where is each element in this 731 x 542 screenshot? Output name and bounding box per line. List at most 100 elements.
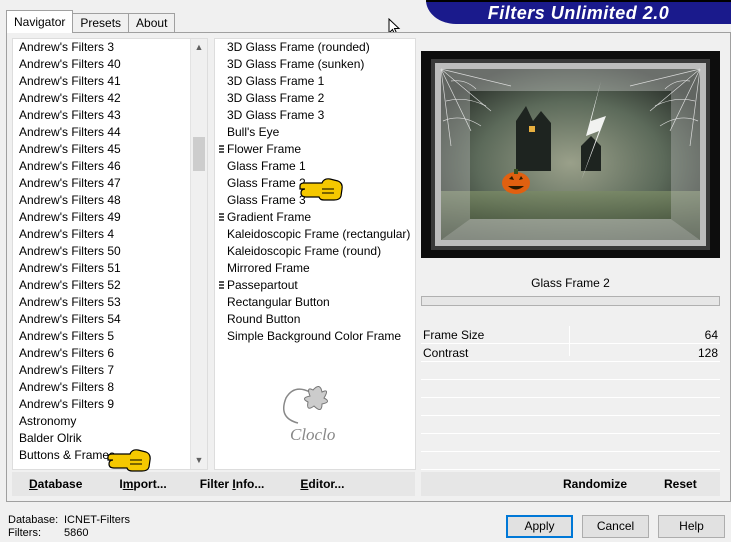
- filter-label: Passepartout: [227, 278, 298, 292]
- category-item[interactable]: Andrew's Filters 9: [13, 396, 207, 413]
- preview-progress-track: [421, 296, 720, 306]
- editor-button[interactable]: Editor...: [300, 477, 344, 491]
- preview-filter-name: Glass Frame 2: [531, 276, 610, 290]
- filter-label: 3D Glass Frame (rounded): [227, 40, 370, 54]
- category-item[interactable]: Andrew's Filters 47: [13, 175, 207, 192]
- filter-item[interactable]: Kaleidoscopic Frame (round): [215, 243, 415, 260]
- filter-label: Flower Frame: [227, 142, 302, 156]
- tab-about[interactable]: About: [128, 13, 176, 33]
- param-row-frame-size[interactable]: Frame Size 64: [421, 326, 720, 344]
- category-item[interactable]: Andrew's Filters 46: [13, 158, 207, 175]
- param-row-empty: [421, 362, 720, 380]
- filter-item[interactable]: Rectangular Button: [215, 294, 415, 311]
- filter-item[interactable]: Glass Frame 1: [215, 158, 415, 175]
- param-row-empty: [421, 398, 720, 416]
- right-toolbar: Randomize Reset: [421, 472, 720, 496]
- randomize-button[interactable]: Randomize: [563, 477, 627, 491]
- category-item[interactable]: Andrew's Filters 42: [13, 90, 207, 107]
- category-list[interactable]: Andrew's Filters 3 Andrew's Filters 40 And…: [12, 38, 208, 470]
- param-row-empty: [421, 416, 720, 434]
- help-button[interactable]: Help: [658, 515, 725, 538]
- database-button[interactable]: Database: [29, 477, 82, 491]
- logo-text: Cloclo: [290, 425, 335, 444]
- param-divider: [569, 326, 570, 356]
- category-item[interactable]: Andrew's Filters 51: [13, 260, 207, 277]
- filter-item[interactable]: 3D Glass Frame 1: [215, 73, 415, 90]
- status-filters-label: Filters:: [8, 527, 41, 539]
- filter-info-button[interactable]: Filter Info...: [200, 477, 265, 491]
- tab-bar: Navigator Presets About: [6, 10, 176, 33]
- filter-label: 3D Glass Frame 1: [227, 74, 325, 88]
- param-row-contrast[interactable]: Contrast 128: [421, 344, 720, 362]
- banner-title: Filters Unlimited 2.0: [487, 2, 670, 23]
- filter-label: 3D Glass Frame 3: [227, 108, 325, 122]
- category-item[interactable]: Andrew's Filters 52: [13, 277, 207, 294]
- category-item[interactable]: Andrew's Filters 44: [13, 124, 207, 141]
- filter-item[interactable]: Bull's Eye: [215, 124, 415, 141]
- category-item[interactable]: Andrew's Filters 5: [13, 328, 207, 345]
- filter-item[interactable]: 3D Glass Frame 2: [215, 90, 415, 107]
- category-item[interactable]: Andrew's Filters 41: [13, 73, 207, 90]
- filter-label: Rectangular Button: [227, 295, 330, 309]
- category-item[interactable]: Andrew's Filters 49: [13, 209, 207, 226]
- cloclo-logo-icon: Cloclo: [283, 386, 335, 444]
- filter-label: Kaleidoscopic Frame (round): [227, 244, 382, 258]
- filter-item[interactable]: Passepartout: [215, 277, 415, 294]
- category-item[interactable]: Andrew's Filters 8: [13, 379, 207, 396]
- left-toolbar: Database Import... Filter Info... Editor…: [12, 472, 415, 496]
- category-item[interactable]: Andrew's Filters 3: [13, 39, 207, 56]
- filter-label: 3D Glass Frame (sunken): [227, 57, 365, 71]
- status-database-label: Database:: [8, 514, 59, 526]
- category-item[interactable]: Andrew's Filters 6: [13, 345, 207, 362]
- filter-item[interactable]: Gradient Frame: [215, 209, 415, 226]
- category-item[interactable]: Balder Olrik: [13, 430, 207, 447]
- status-info: Database: ICNET-Filters Filters: 5860: [8, 514, 130, 540]
- category-item[interactable]: Andrew's Filters 48: [13, 192, 207, 209]
- filter-label: Glass Frame 1: [227, 159, 306, 173]
- filter-label: Gradient Frame: [227, 210, 312, 224]
- param-row-empty: [421, 434, 720, 452]
- category-item[interactable]: Andrew's Filters 50: [13, 243, 207, 260]
- filter-item[interactable]: Flower Frame: [215, 141, 415, 158]
- category-item[interactable]: Andrew's Filters 54: [13, 311, 207, 328]
- tab-presets[interactable]: Presets: [72, 13, 130, 33]
- status-filters-value: 5860: [64, 527, 89, 539]
- filter-item[interactable]: 3D Glass Frame 3: [215, 107, 415, 124]
- parameters-panel: Frame Size 64 Contrast 128: [421, 326, 720, 470]
- grip-icon: [219, 145, 224, 154]
- param-label: Frame Size: [423, 328, 485, 342]
- filter-label: Simple Background Color Frame: [227, 329, 402, 343]
- filter-label: Round Button: [227, 312, 301, 326]
- filter-item[interactable]: Simple Background Color Frame: [215, 328, 415, 345]
- filter-item[interactable]: 3D Glass Frame (sunken): [215, 56, 415, 73]
- category-item[interactable]: Andrew's Filters 40: [13, 56, 207, 73]
- scroll-up-icon[interactable]: ▲: [191, 39, 207, 56]
- pointing-hand-icon: [107, 449, 151, 472]
- cancel-button[interactable]: Cancel: [582, 515, 649, 538]
- tab-navigator[interactable]: Navigator: [6, 10, 74, 33]
- category-item[interactable]: Astronomy: [13, 413, 207, 430]
- filter-item[interactable]: 3D Glass Frame (rounded): [215, 39, 415, 56]
- apply-button[interactable]: Apply: [506, 515, 573, 538]
- grip-icon: [219, 281, 224, 290]
- param-value: 128: [697, 346, 718, 360]
- category-item[interactable]: Andrew's Filters 45: [13, 141, 207, 158]
- category-scrollbar[interactable]: ▲ ▼: [190, 39, 207, 469]
- category-item[interactable]: Andrew's Filters 53: [13, 294, 207, 311]
- pointing-hand-icon: [299, 178, 343, 201]
- category-item[interactable]: Andrew's Filters 4: [13, 226, 207, 243]
- status-database-value: ICNET-Filters: [64, 514, 130, 526]
- reset-button[interactable]: Reset: [664, 477, 697, 491]
- scroll-down-icon[interactable]: ▼: [191, 452, 207, 469]
- param-row-empty: [421, 452, 720, 470]
- filter-item[interactable]: Kaleidoscopic Frame (rectangular): [215, 226, 415, 243]
- scrollbar-thumb[interactable]: [193, 137, 205, 171]
- filter-item[interactable]: Mirrored Frame: [215, 260, 415, 277]
- title-banner: Filters Unlimited 2.0: [426, 0, 731, 24]
- param-value: 64: [704, 328, 718, 342]
- category-item[interactable]: Andrew's Filters 7: [13, 362, 207, 379]
- filter-label: Kaleidoscopic Frame (rectangular): [227, 227, 411, 241]
- import-button[interactable]: Import...: [119, 477, 166, 491]
- filter-item[interactable]: Round Button: [215, 311, 415, 328]
- category-item[interactable]: Andrew's Filters 43: [13, 107, 207, 124]
